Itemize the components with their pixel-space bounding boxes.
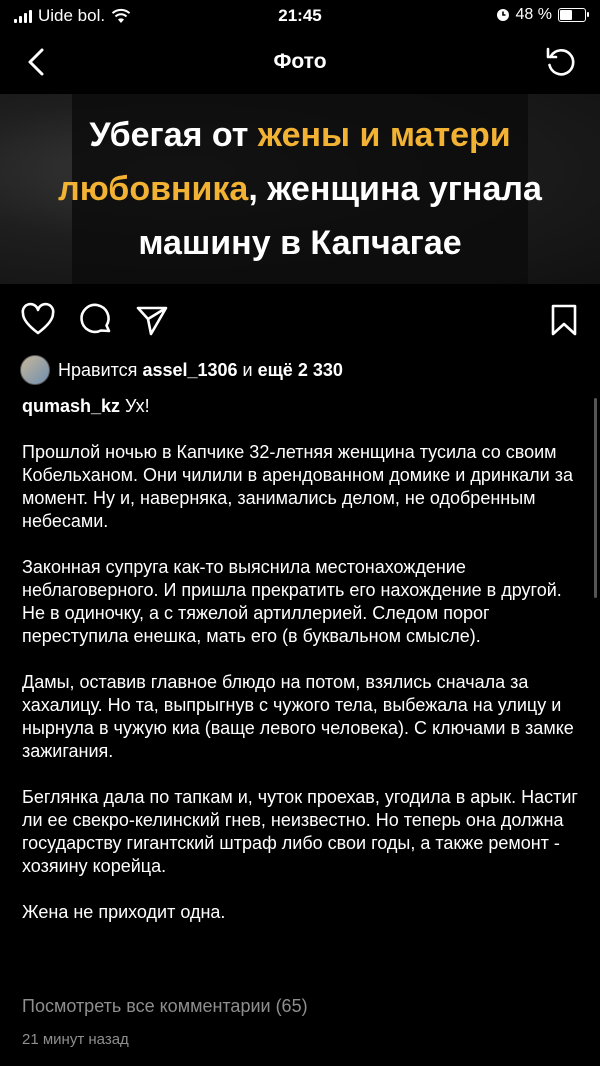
avatar[interactable] [20,355,50,385]
post-timestamp: 21 минут назад [22,1031,129,1048]
likes-text: Нравится assel_1306 и ещё 2 330 [58,359,343,380]
view-all-comments-link[interactable]: Посмотреть все комментарии (65) [22,996,308,1017]
likes-row[interactable]: Нравится assel_1306 и ещё 2 330 [20,355,343,385]
caption-paragraph: Дамы, оставив главное блюдо на потом, вз… [22,672,574,761]
alarm-lock-icon [496,9,509,21]
caption-username[interactable]: qumash_kz [22,396,120,416]
nav-bar: Фото [0,32,600,92]
refresh-icon[interactable] [542,44,578,80]
post-actions [0,296,600,344]
caption-paragraph: Жена не приходит одна. [22,902,226,922]
post-caption: qumash_kz Ух! Прошлой ночью в Капчике 32… [22,395,582,947]
scrollbar[interactable] [594,398,597,598]
bookmark-icon[interactable] [548,302,580,338]
post-image[interactable]: Убегая от жены и матери любовника, женщи… [0,94,600,284]
send-icon[interactable] [134,302,170,338]
caption-paragraph: Законная супруга как-то выяснила местона… [22,557,562,646]
image-headline: Убегая от жены и матери любовника, женщи… [58,116,542,262]
heart-icon[interactable] [20,302,56,338]
page-title: Фото [273,50,327,73]
comment-icon[interactable] [78,302,114,338]
caption-paragraph: Прошлой ночью в Капчике 32-летняя женщин… [22,442,573,531]
battery-percent: 48 % [515,6,552,23]
battery-icon [558,8,589,22]
caption-paragraph: Беглянка дала по тапкам и, чуток проехав… [22,787,578,876]
status-bar: Uide bol. 21:45 48 % [0,0,600,32]
